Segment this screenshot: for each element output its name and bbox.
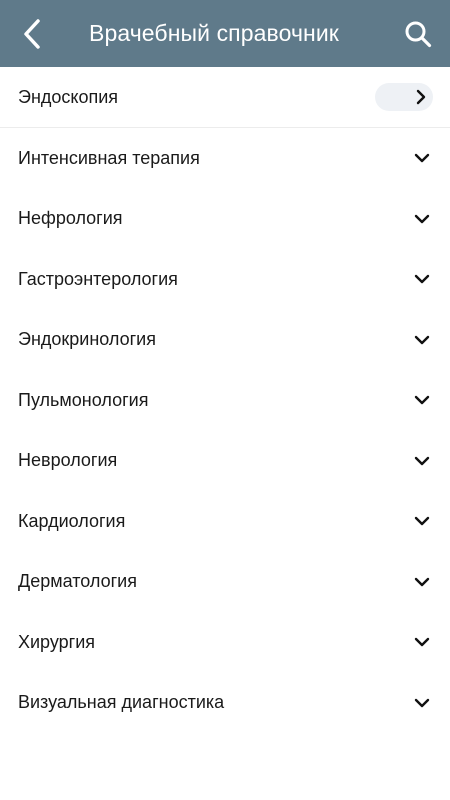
list-item-dermatology[interactable]: Дерматология bbox=[0, 552, 450, 613]
list-item-label: Неврология bbox=[18, 450, 118, 471]
list-item-surgery[interactable]: Хирургия bbox=[0, 612, 450, 673]
chevron-down-icon bbox=[413, 694, 431, 712]
chevron-down-icon bbox=[413, 210, 431, 228]
page-title: Врачебный справочник bbox=[89, 20, 339, 46]
chevron-down-icon bbox=[413, 149, 431, 167]
list-item-label: Нефрология bbox=[18, 208, 123, 229]
list-item-label: Гастроэнтерология bbox=[18, 268, 178, 289]
list-item-label: Эндоскопия bbox=[18, 86, 119, 107]
chevron-right-icon bbox=[416, 89, 426, 105]
list-item-neurology[interactable]: Неврология bbox=[0, 431, 450, 492]
list-item-label: Интенсивная терапия bbox=[18, 147, 200, 168]
app-bar: Врачебный справочник bbox=[0, 0, 450, 67]
list-item-endoscopy[interactable]: Эндоскопия bbox=[0, 67, 450, 128]
list-item-label: Эндокринология bbox=[18, 329, 156, 350]
list-item-visual-diagnostics[interactable]: Визуальная диагностика bbox=[0, 673, 450, 734]
chevron-down-icon bbox=[413, 391, 431, 409]
list-item-intensive-care[interactable]: Интенсивная терапия bbox=[0, 128, 450, 189]
chevron-down-icon bbox=[413, 452, 431, 470]
chevron-down-icon bbox=[413, 512, 431, 530]
chevron-down-icon bbox=[413, 331, 431, 349]
list-item-label: Дерматология bbox=[18, 571, 137, 592]
list-item-cardiology[interactable]: Кардиология bbox=[0, 491, 450, 552]
chevron-left-icon bbox=[24, 18, 40, 49]
list-item-pulmonology[interactable]: Пульмонология bbox=[0, 370, 450, 431]
list-item-gastroenterology[interactable]: Гастроэнтерология bbox=[0, 249, 450, 310]
search-icon bbox=[405, 21, 432, 48]
app-screen: Врачебный справочник Эндоскопия Интенсив… bbox=[0, 0, 450, 800]
expand-pill[interactable] bbox=[375, 83, 433, 111]
search-button[interactable] bbox=[398, 14, 438, 54]
list-item-label: Хирургия bbox=[18, 631, 96, 652]
list-item-endocrinology[interactable]: Эндокринология bbox=[0, 310, 450, 371]
list-item-label: Пульмонология bbox=[18, 389, 149, 410]
list-item-label: Визуальная диагностика bbox=[18, 692, 225, 713]
back-button[interactable] bbox=[7, 0, 57, 67]
list-item-nephrology[interactable]: Нефрология bbox=[0, 189, 450, 250]
chevron-down-icon bbox=[413, 270, 431, 288]
list-item-label: Кардиология bbox=[18, 510, 126, 531]
chevron-down-icon bbox=[413, 573, 431, 591]
chevron-down-icon bbox=[413, 633, 431, 651]
category-list: Эндоскопия Интенсивная терапия Нефрологи… bbox=[0, 67, 450, 733]
